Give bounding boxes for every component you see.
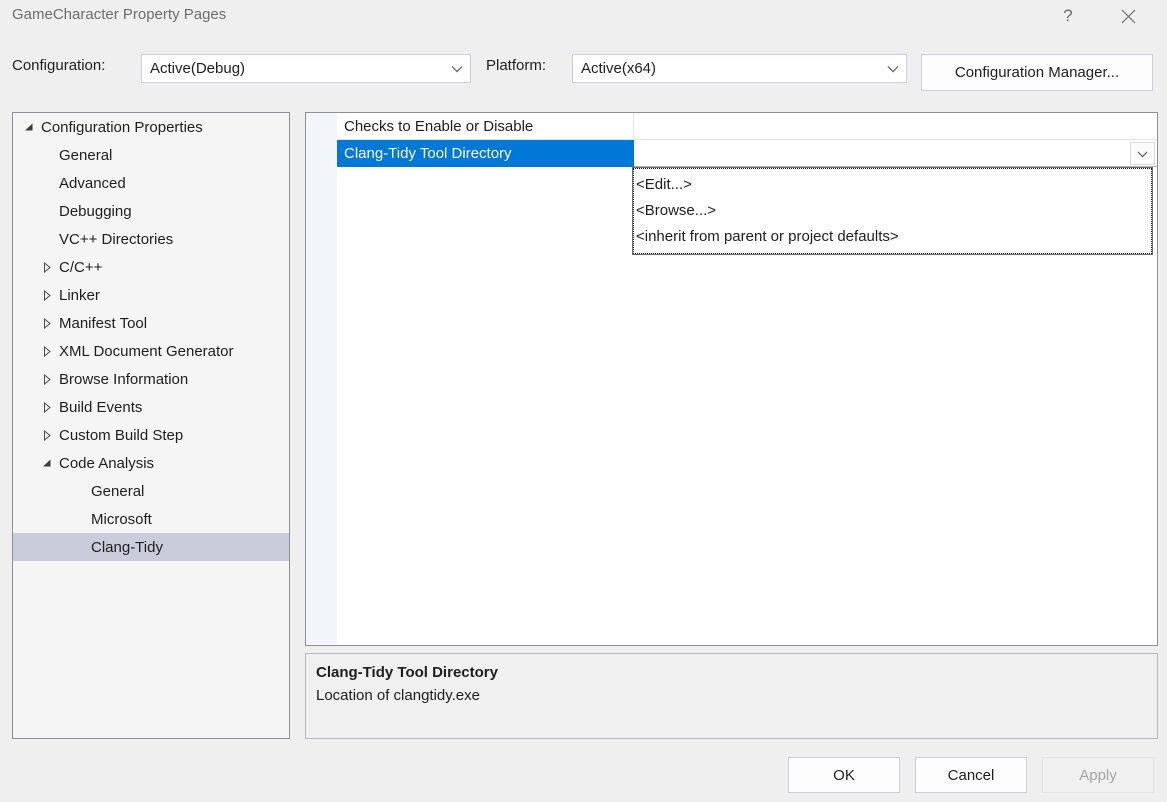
- value-dropdown-list[interactable]: <Edit...><Browse...><inherit from parent…: [632, 167, 1153, 255]
- configuration-label: Configuration:: [12, 57, 105, 74]
- ok-button[interactable]: OK: [788, 757, 900, 793]
- property-row[interactable]: Checks to Enable or Disable: [306, 113, 1157, 140]
- sidebar-item-advanced[interactable]: Advanced: [13, 169, 289, 197]
- sidebar-item-general[interactable]: General: [13, 477, 289, 505]
- sidebar-item-browse-information[interactable]: Browse Information: [13, 365, 289, 393]
- property-value[interactable]: [634, 140, 1157, 167]
- sidebar-item-build-events[interactable]: Build Events: [13, 393, 289, 421]
- sidebar-item-label: Linker: [57, 287, 100, 304]
- sidebar-item-label: Advanced: [57, 175, 126, 192]
- sidebar-item-configuration-properties[interactable]: Configuration Properties: [13, 113, 289, 141]
- sidebar-item-label: Clang-Tidy: [89, 539, 163, 556]
- chevron-right-icon[interactable]: [37, 402, 57, 413]
- chevron-down-icon: [444, 65, 470, 73]
- sidebar-item-code-analysis[interactable]: Code Analysis: [13, 449, 289, 477]
- sidebar-item-label: Custom Build Step: [57, 427, 183, 444]
- question-mark-icon: ?: [1063, 6, 1072, 26]
- chevron-right-icon[interactable]: [37, 290, 57, 301]
- platform-value: Active(x64): [573, 60, 880, 77]
- configuration-select[interactable]: Active(Debug): [141, 54, 471, 83]
- sidebar-item-label: Manifest Tool: [57, 315, 147, 332]
- sidebar-item-label: C/C++: [57, 259, 102, 276]
- chevron-right-icon[interactable]: [37, 374, 57, 385]
- sidebar-item-label: XML Document Generator: [57, 343, 234, 360]
- sidebar-item-label: Build Events: [57, 399, 142, 416]
- platform-select[interactable]: Active(x64): [572, 54, 907, 83]
- sidebar-item-label: General: [89, 483, 144, 500]
- help-button[interactable]: ?: [1045, 0, 1091, 32]
- sidebar-item-label: Code Analysis: [57, 455, 154, 472]
- property-description-pane: Clang-Tidy Tool Directory Location of cl…: [305, 653, 1158, 739]
- property-name[interactable]: Clang-Tidy Tool Directory: [337, 140, 634, 167]
- chevron-right-icon[interactable]: [37, 430, 57, 441]
- chevron-down-icon[interactable]: [19, 123, 39, 132]
- chevron-right-icon[interactable]: [37, 346, 57, 357]
- chevron-down-icon: [880, 65, 906, 73]
- sidebar-item-label: Microsoft: [89, 511, 152, 528]
- sidebar-item-c-c[interactable]: C/C++: [13, 253, 289, 281]
- sidebar-item-xml-document-generator[interactable]: XML Document Generator: [13, 337, 289, 365]
- chevron-right-icon[interactable]: [37, 318, 57, 329]
- sidebar-item-manifest-tool[interactable]: Manifest Tool: [13, 309, 289, 337]
- close-x-icon: [1121, 9, 1136, 24]
- sidebar-item-general[interactable]: General: [13, 141, 289, 169]
- platform-label: Platform:: [486, 57, 546, 74]
- window-title: GameCharacter Property Pages: [12, 6, 226, 23]
- apply-button[interactable]: Apply: [1042, 757, 1154, 793]
- sidebar-item-label: General: [57, 147, 112, 164]
- value-dropdown-button[interactable]: [1130, 142, 1155, 165]
- configuration-manager-button[interactable]: Configuration Manager...: [921, 54, 1153, 91]
- sidebar-item-clang-tidy[interactable]: Clang-Tidy: [13, 533, 289, 561]
- dropdown-option[interactable]: <inherit from parent or project defaults…: [633, 223, 1152, 249]
- property-value[interactable]: [634, 113, 1157, 140]
- configuration-value: Active(Debug): [142, 60, 444, 77]
- sidebar-item-linker[interactable]: Linker: [13, 281, 289, 309]
- configuration-properties-tree[interactable]: Configuration Properties General Advanced D…: [12, 112, 290, 739]
- title-bar: GameCharacter Property Pages ?: [0, 0, 1167, 34]
- chevron-down-icon: [1137, 145, 1148, 162]
- sidebar-item-microsoft[interactable]: Microsoft: [13, 505, 289, 533]
- sidebar-item-vc-directories[interactable]: VC++ Directories: [13, 225, 289, 253]
- property-name[interactable]: Checks to Enable or Disable: [337, 113, 634, 140]
- description-text: Location of clangtidy.exe: [316, 684, 1147, 708]
- sidebar-item-label: Browse Information: [57, 371, 188, 388]
- chevron-down-icon[interactable]: [37, 459, 57, 468]
- sidebar-item-label: VC++ Directories: [57, 231, 173, 248]
- dropdown-option[interactable]: <Browse...>: [633, 197, 1152, 223]
- close-button[interactable]: [1105, 0, 1151, 32]
- chevron-right-icon[interactable]: [37, 262, 57, 273]
- sidebar-item-label: Configuration Properties: [39, 119, 203, 136]
- configuration-bar: Configuration: Active(Debug) Platform: A…: [0, 34, 1167, 108]
- sidebar-item-custom-build-step[interactable]: Custom Build Step: [13, 421, 289, 449]
- property-row[interactable]: Clang-Tidy Tool Directory: [306, 140, 1157, 167]
- sidebar-item-label: Debugging: [57, 203, 132, 220]
- description-title: Clang-Tidy Tool Directory: [316, 662, 1147, 684]
- property-grid-gutter: [306, 113, 337, 645]
- cancel-button[interactable]: Cancel: [915, 757, 1027, 793]
- sidebar-item-debugging[interactable]: Debugging: [13, 197, 289, 225]
- dropdown-option[interactable]: <Edit...>: [633, 171, 1152, 197]
